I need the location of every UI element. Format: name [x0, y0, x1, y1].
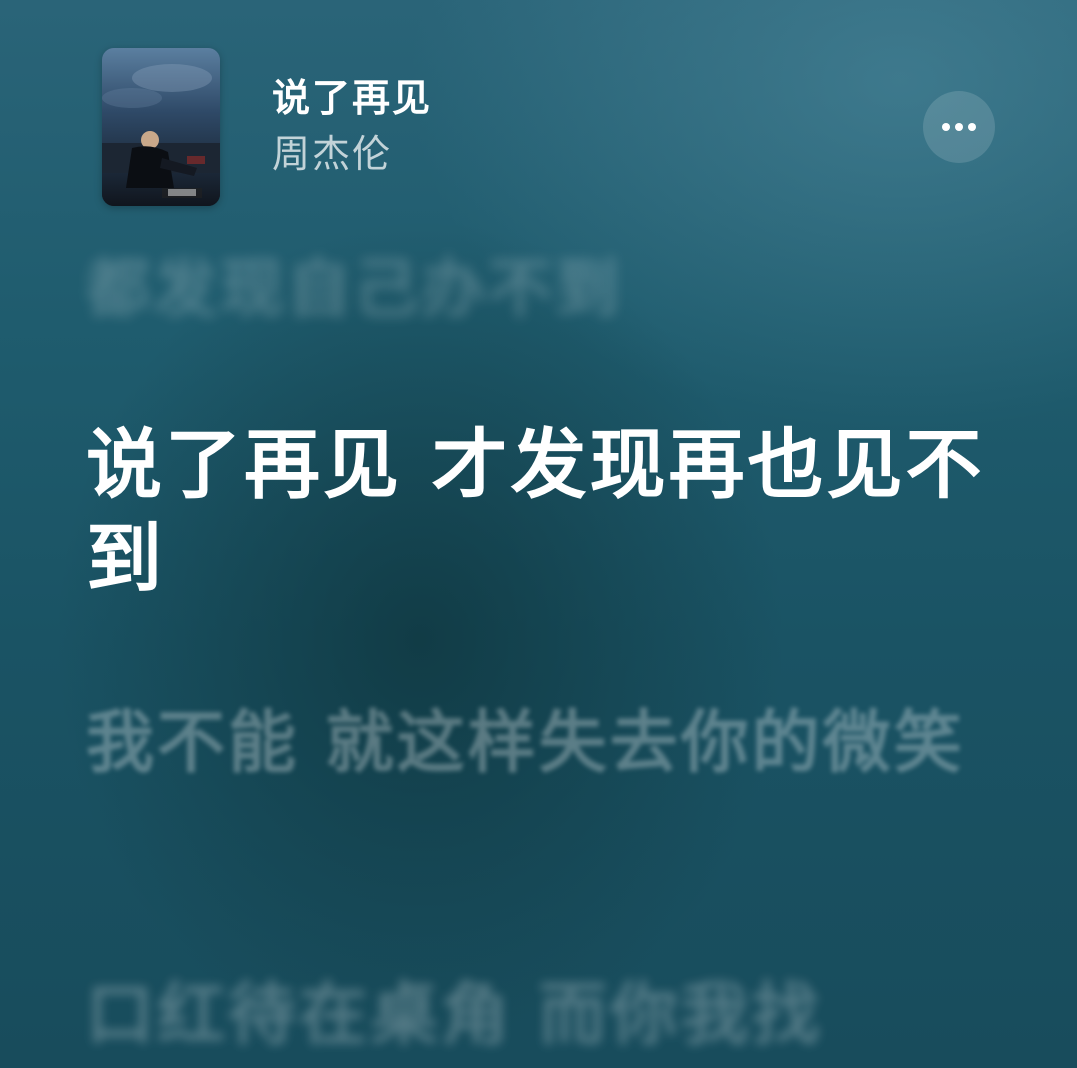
album-cover-image — [102, 48, 220, 206]
song-title: 说了再见 — [272, 76, 433, 120]
ellipsis-icon-dot — [968, 123, 976, 131]
more-options-button[interactable] — [923, 91, 995, 163]
ellipsis-icon — [942, 123, 950, 131]
lyric-line-upcoming[interactable]: 口红待在桌角 而你我找 — [86, 972, 1006, 1060]
lyric-line-previous[interactable]: 都发现自己办不到 — [86, 250, 1006, 330]
ellipsis-icon-dot — [955, 123, 963, 131]
lyric-line-current[interactable]: 说了再见 才发现再也见不到 — [86, 418, 1006, 606]
lyric-line-next[interactable]: 我不能 就这样失去你的微笑 — [86, 700, 1006, 788]
artist-name[interactable]: 周杰伦 — [272, 130, 392, 178]
album-art[interactable] — [102, 48, 220, 206]
